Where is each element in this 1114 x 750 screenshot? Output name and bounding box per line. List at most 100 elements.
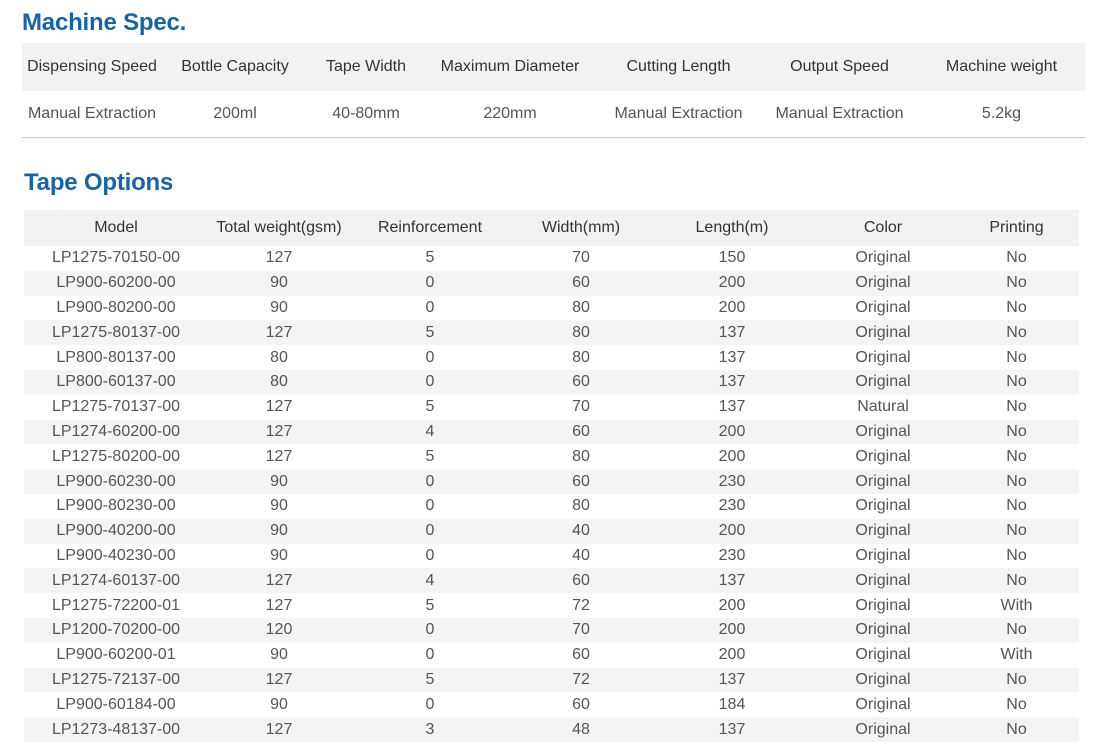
table-row: LP1275-72200-01 127 5 72 200 Original With bbox=[24, 593, 1079, 618]
reinforcement-cell: 3 bbox=[350, 717, 510, 742]
color-cell: Natural bbox=[857, 398, 909, 416]
model-cell: LP1273-48137-00 bbox=[24, 717, 208, 742]
width-cell: 70 bbox=[510, 617, 652, 643]
model-cell: LP900-60230-00 bbox=[24, 469, 208, 494]
total-weight-cell: 90 bbox=[208, 270, 350, 296]
tape-header-color: Color bbox=[812, 210, 954, 246]
printing-cell: No bbox=[1006, 398, 1027, 416]
width-cell: 60 bbox=[510, 469, 652, 494]
table-row: LP800-80137-00 80 0 80 137 Original No bbox=[24, 345, 1079, 370]
total-weight-cell: 127 bbox=[208, 320, 350, 346]
spec-value-dispensing-speed: Manual Extraction bbox=[22, 91, 162, 138]
printing-cell: No bbox=[954, 667, 1079, 693]
table-row: LP900-60200-01 90 0 60 200 Original With bbox=[24, 643, 1079, 668]
printing-cell: No bbox=[954, 717, 1079, 742]
reinforcement-cell: 0 bbox=[425, 348, 435, 366]
machine-spec-title: Machine Spec. bbox=[22, 9, 187, 36]
spec-value-cutting-length: Manual Extraction bbox=[596, 91, 761, 138]
width-cell: 80 bbox=[572, 348, 590, 366]
table-row: LP1274-60137-00 127 4 60 137 Original No bbox=[24, 568, 1079, 594]
color-cell: Original bbox=[812, 568, 954, 594]
printing-cell: No bbox=[954, 518, 1079, 544]
color-cell: Original bbox=[855, 596, 911, 614]
total-weight-cell: 127 bbox=[265, 596, 293, 614]
printing-cell: No bbox=[1006, 695, 1027, 713]
reinforcement-cell: 0 bbox=[425, 298, 435, 316]
length-cell: 137 bbox=[718, 398, 746, 416]
tape-options-title: Tape Options bbox=[24, 169, 174, 196]
table-row: LP1275-70137-00 127 5 70 137 Natural No bbox=[24, 395, 1079, 420]
model-cell: LP900-80230-00 bbox=[56, 497, 176, 515]
model-cell: LP1275-72137-00 bbox=[24, 667, 208, 693]
spec-value-bottle-capacity: 200ml bbox=[162, 91, 308, 138]
reinforcement-cell: 4 bbox=[350, 419, 510, 445]
reinforcement-cell: 0 bbox=[350, 518, 510, 544]
length-cell: 137 bbox=[652, 667, 812, 693]
color-cell: Original bbox=[855, 497, 911, 515]
length-cell: 200 bbox=[652, 419, 812, 445]
color-cell: Original bbox=[812, 469, 954, 494]
model-cell: LP900-60184-00 bbox=[56, 695, 176, 713]
total-weight-cell: 90 bbox=[270, 298, 288, 316]
printing-cell: No bbox=[954, 270, 1079, 296]
width-cell: 60 bbox=[510, 419, 652, 445]
page: Machine Spec. Dispensing Speed Bottle Ca… bbox=[0, 0, 1114, 750]
total-weight-cell: 90 bbox=[270, 695, 288, 713]
model-cell: LP1275-80200-00 bbox=[51, 447, 181, 465]
table-row: LP900-80230-00 90 0 80 230 Original No bbox=[24, 494, 1079, 519]
length-cell: 150 bbox=[718, 249, 746, 267]
model-cell: LP900-40200-00 bbox=[24, 518, 208, 544]
tape-options-body: LP1275-70150-00 127 5 70 150 Original No LP900-… bbox=[24, 246, 1079, 742]
printing-cell: No bbox=[1006, 348, 1027, 366]
length-cell: 200 bbox=[718, 298, 746, 316]
table-row: LP1275-80137-00 127 5 80 137 Original No bbox=[24, 320, 1079, 346]
total-weight-cell: 127 bbox=[208, 568, 350, 594]
length-cell: 230 bbox=[718, 546, 746, 564]
reinforcement-cell: 5 bbox=[425, 249, 435, 267]
machine-spec-table: Dispensing Speed Bottle Capacity Tape Wi… bbox=[22, 43, 1085, 138]
length-cell: 200 bbox=[718, 646, 746, 664]
spec-value-machine-weight: 5.2kg bbox=[918, 91, 1085, 138]
width-cell: 60 bbox=[510, 369, 652, 395]
printing-cell: With bbox=[1000, 646, 1033, 664]
total-weight-cell: 80 bbox=[208, 369, 350, 395]
printing-cell: No bbox=[954, 617, 1079, 643]
machine-spec-header-row: Dispensing Speed Bottle Capacity Tape Wi… bbox=[22, 43, 1085, 91]
length-cell: 137 bbox=[718, 348, 746, 366]
table-row: LP1274-60200-00 127 4 60 200 Original No bbox=[24, 419, 1079, 445]
table-row: LP1273-48137-00 127 3 48 137 Original No bbox=[24, 717, 1079, 742]
reinforcement-cell: 5 bbox=[425, 596, 435, 614]
model-cell: LP800-80137-00 bbox=[56, 348, 176, 366]
width-cell: 48 bbox=[510, 717, 652, 742]
color-cell: Original bbox=[812, 270, 954, 296]
reinforcement-cell: 0 bbox=[350, 270, 510, 296]
reinforcement-cell: 0 bbox=[350, 369, 510, 395]
total-weight-cell: 127 bbox=[208, 667, 350, 693]
spec-header-maximum-diameter: Maximum Diameter bbox=[424, 43, 596, 91]
spec-header-output-speed: Output Speed bbox=[761, 43, 918, 91]
color-cell: Original bbox=[812, 320, 954, 346]
reinforcement-cell: 4 bbox=[350, 568, 510, 594]
model-cell: LP1275-70150-00 bbox=[51, 249, 181, 267]
table-row: LP900-60184-00 90 0 60 184 Original No bbox=[24, 692, 1079, 717]
model-cell: LP1275-80137-00 bbox=[24, 320, 208, 346]
reinforcement-cell: 0 bbox=[425, 695, 435, 713]
model-cell: LP1200-70200-00 bbox=[24, 617, 208, 643]
tape-header-length: Length(m) bbox=[652, 210, 812, 246]
width-cell: 60 bbox=[572, 646, 590, 664]
total-weight-cell: 90 bbox=[208, 518, 350, 544]
color-cell: Original bbox=[812, 419, 954, 445]
width-cell: 70 bbox=[572, 398, 590, 416]
length-cell: 184 bbox=[718, 695, 746, 713]
spec-header-dispensing-speed: Dispensing Speed bbox=[22, 43, 162, 91]
total-weight-cell: 127 bbox=[208, 419, 350, 445]
width-cell: 72 bbox=[510, 667, 652, 693]
width-cell: 40 bbox=[510, 518, 652, 544]
total-weight-cell: 127 bbox=[265, 447, 293, 465]
reinforcement-cell: 0 bbox=[350, 617, 510, 643]
spec-header-cutting-length: Cutting Length bbox=[596, 43, 761, 91]
color-cell: Original bbox=[855, 447, 911, 465]
reinforcement-cell: 5 bbox=[425, 447, 435, 465]
length-cell: 200 bbox=[718, 447, 746, 465]
width-cell: 80 bbox=[510, 320, 652, 346]
